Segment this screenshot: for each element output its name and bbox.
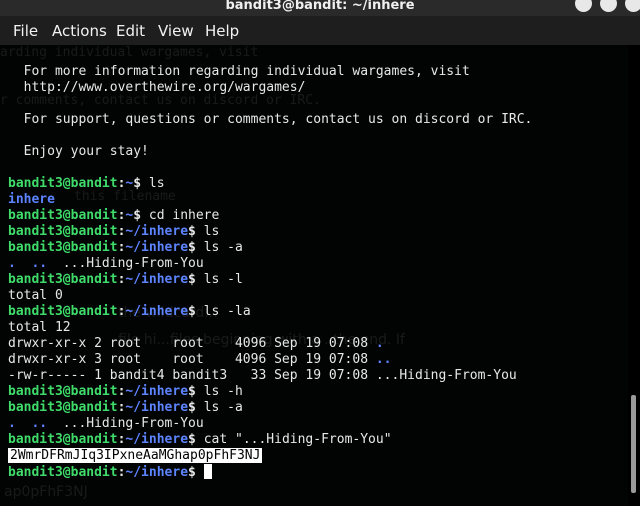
output-line: inhere <box>8 192 55 207</box>
menu-help[interactable]: Help <box>205 22 239 40</box>
command-text: ls -a <box>203 240 243 255</box>
menu-file[interactable]: File <box>13 22 38 40</box>
motd-line: For support, questions or comments, cont… <box>8 112 533 127</box>
command-text: ls -h <box>203 384 243 399</box>
command-text: ls -l <box>203 272 243 287</box>
menu-edit[interactable]: Edit <box>116 22 145 40</box>
output-line: drwxr-xr-x 3 root root 4096 Sep 19 07:08… <box>8 352 392 367</box>
command-line: bandit3@bandit:~/inhere$ ls -h <box>8 384 243 399</box>
menu-actions[interactable]: Actions <box>52 22 107 40</box>
motd-line: For more information regarding individua… <box>8 64 470 79</box>
command-line: bandit3@bandit:~$ cd inhere <box>8 208 220 223</box>
command-line: bandit3@bandit:~/inhere$ cat "...Hiding-… <box>8 432 392 447</box>
command-text: ls <box>148 176 165 191</box>
window-title: bandit3@bandit: ~/inhere <box>225 0 415 13</box>
menu-view[interactable]: View <box>158 22 194 40</box>
command-text: cat "...Hiding-From-You" <box>203 432 392 447</box>
output-line: -rw-r----- 1 bandit4 bandit3 33 Sep 19 0… <box>8 368 517 383</box>
ghost-text: arding individual wargames, visit <box>0 45 259 60</box>
text-cursor <box>203 464 212 479</box>
output-line: 2WmrDFRmJIq3IPxneAaMGhap0pFhF3NJ <box>8 448 263 464</box>
output-line: drwxr-xr-x 2 root root 4096 Sep 19 07:08… <box>8 336 384 351</box>
command-text: ls -la <box>203 304 251 319</box>
motd-line: Enjoy your stay! <box>8 144 149 159</box>
output-line: . .. ...Hiding-From-You <box>8 256 204 271</box>
command-text: cd inhere <box>148 208 220 223</box>
command-line: bandit3@bandit:~/inhere$ ls -a <box>8 240 243 255</box>
window-titlebar: bandit3@bandit: ~/inhere <box>0 0 640 16</box>
command-line: bandit3@bandit:~/inhere$ <box>8 464 212 480</box>
command-line: bandit3@bandit:~/inhere$ ls -a <box>8 400 243 415</box>
command-line: bandit3@bandit:~/inhere$ ls -la <box>8 304 251 319</box>
command-line: bandit3@bandit:~$ ls <box>8 176 165 191</box>
output-line: . .. ...Hiding-From-You <box>8 416 204 431</box>
command-line: bandit3@bandit:~/inhere$ ls -l <box>8 272 243 287</box>
command-line: bandit3@bandit:~/inhere$ ls <box>8 224 220 239</box>
ghost-text: ap0pFhF3NJ <box>4 484 88 500</box>
output-line: total 0 <box>8 288 63 303</box>
menu-bar: File Actions Edit View Help <box>0 16 640 45</box>
output-line: total 12 <box>8 320 71 335</box>
password-output[interactable]: 2WmrDFRmJIq3IPxneAaMGhap0pFhF3NJ <box>8 448 263 463</box>
command-text: ls <box>203 224 220 239</box>
command-text: ls -a <box>203 400 243 415</box>
terminal-scrollbar[interactable] <box>631 395 636 493</box>
motd-line: http://www.overthewire.org/wargames/ <box>8 80 306 95</box>
terminal-area[interactable]: arding individual wargames, visit r comm… <box>0 45 628 506</box>
